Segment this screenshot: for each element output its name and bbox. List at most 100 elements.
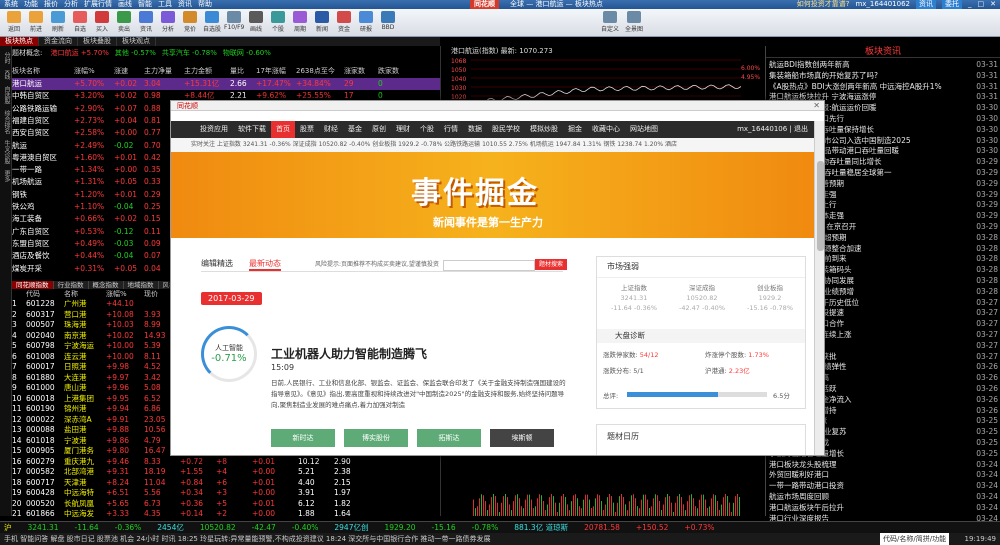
side-tab[interactable]: 分时: [1, 52, 11, 64]
popup-nav-item[interactable]: 软件下载: [233, 121, 271, 138]
toolbar-button[interactable]: 刷新: [48, 11, 68, 35]
side-tab[interactable]: K线: [1, 70, 11, 80]
popup-nav-item[interactable]: 原创: [367, 121, 391, 138]
index-tab[interactable]: 地域指数: [123, 281, 159, 289]
column-header[interactable]: 代码: [26, 289, 64, 299]
user-name[interactable]: mx_164401062: [855, 0, 910, 9]
popup-nav-item[interactable]: 收藏中心: [587, 121, 625, 138]
stock-row[interactable]: 19 600428 中远海特 +6.51 5.56 +0.34 +3 +0.00 3.91 1.9…: [12, 488, 440, 499]
tab-2[interactable]: 板块叠股: [78, 37, 117, 46]
toolbar-button[interactable]: 返回: [4, 11, 24, 35]
news-item[interactable]: 港口板块龙头股梳理 03-24: [769, 460, 998, 471]
concept-item[interactable]: 港口航运 +5.70%: [51, 49, 109, 57]
news-item[interactable]: 航运BDI指数创两年新高 03-31: [769, 60, 998, 71]
stock-button[interactable]: 新时达: [271, 429, 335, 447]
popup-nav-item[interactable]: 个股: [415, 121, 439, 138]
news-button[interactable]: 资讯: [916, 0, 936, 9]
index-tab[interactable]: 概念指数: [88, 281, 124, 289]
maximize-icon[interactable]: □: [978, 0, 985, 9]
popup-nav-item[interactable]: 理财: [391, 121, 415, 138]
side-tab[interactable]: 更多: [1, 170, 11, 182]
popup-nav-item[interactable]: 股票: [295, 121, 319, 138]
trade-button[interactable]: 委托: [942, 0, 962, 9]
menu-item[interactable]: 功能: [24, 0, 38, 9]
scroll-thumb[interactable]: [817, 161, 824, 251]
column-header[interactable]: 跌家数: [378, 66, 412, 76]
news-item[interactable]: 集装箱船市场真的开始复苏了吗? 03-31: [769, 71, 998, 82]
menu-item[interactable]: 系统: [4, 0, 18, 9]
side-tab[interactable]: 自选股: [1, 86, 11, 104]
toolbar-button[interactable]: 分析: [158, 11, 178, 35]
popup-nav-item[interactable]: 股民学校: [487, 121, 525, 138]
stock-row[interactable]: 16 600279 重庆港九 +9.46 8.33 +0.72 +8 +0.01 10.12 2.…: [12, 457, 440, 468]
news-item[interactable]: 航运市场周度回顾 03-24: [769, 492, 998, 503]
question-link[interactable]: 如何投资才靠谱?: [797, 0, 850, 9]
menu-item[interactable]: 工具: [158, 0, 172, 9]
news-item[interactable]: 港口航运板块午后拉升 03-24: [769, 503, 998, 514]
minimize-icon[interactable]: _: [968, 0, 972, 9]
tab-0[interactable]: 板块热点: [0, 37, 39, 46]
toolbar-button[interactable]: 买入: [92, 11, 112, 35]
column-header[interactable]: 板块名称: [12, 66, 74, 76]
side-tab[interactable]: 牛叉诊股: [1, 140, 11, 164]
stock-button[interactable]: 博实股份: [344, 429, 408, 447]
concept-item[interactable]: 物联网 -0.60%: [223, 49, 271, 57]
tab-1[interactable]: 资金流向: [39, 37, 78, 46]
stock-row[interactable]: 20 000520 长航凤凰 +5.65 6.73 +0.36 +5 +0.01 6.12 1.8…: [12, 499, 440, 510]
popup-user[interactable]: mx_16440106 | 退出: [732, 121, 814, 138]
tab-editor-pick[interactable]: 编辑精选: [201, 256, 233, 271]
toolbar-button[interactable]: 卖出: [114, 11, 134, 35]
news-title[interactable]: 工业机器人助力智能制造腾飞: [271, 345, 427, 362]
topic-search-button[interactable]: 题材搜索: [534, 259, 567, 270]
toolbar-button[interactable]: 新闻: [312, 11, 332, 35]
news-item[interactable]: 一带一路带动港口投资 03-24: [769, 481, 998, 492]
menu-item[interactable]: 智能: [138, 0, 152, 9]
menu-item[interactable]: 画线: [118, 0, 132, 9]
topic-search-input[interactable]: [442, 259, 535, 271]
stock-row[interactable]: 21 601866 中远海发 +3.33 4.35 +0.14 +2 +0.00 1.88 1.6…: [12, 509, 440, 520]
menu-item[interactable]: 扩展行情: [84, 0, 112, 9]
popup-nav-item[interactable]: 首页: [271, 121, 295, 138]
toolbar-button[interactable]: 全景图: [624, 11, 644, 35]
menu-item[interactable]: 帮助: [198, 0, 212, 9]
toolbar-button[interactable]: BBD: [378, 11, 398, 35]
column-header[interactable]: 17年涨幅: [256, 66, 296, 76]
toolbar-button[interactable]: 自定义: [600, 11, 620, 35]
column-header[interactable]: 名称: [64, 289, 106, 299]
toolbar-button[interactable]: 竞价: [180, 11, 200, 35]
column-header[interactable]: 涨幅%: [106, 289, 144, 299]
toolbar-button[interactable]: F10/F9: [224, 11, 244, 35]
popup-scrollbar[interactable]: [814, 121, 824, 455]
popup-nav-item[interactable]: 网站地图: [625, 121, 663, 138]
popup-nav-item[interactable]: 行情: [439, 121, 463, 138]
toolbar-button[interactable]: 个股: [268, 11, 288, 35]
topic-circle[interactable]: 人工智能 -0.71%: [201, 326, 257, 382]
close-icon[interactable]: ✕: [990, 0, 996, 9]
menu-item[interactable]: 资讯: [178, 0, 192, 9]
news-item[interactable]: 《A股热点》BDI大涨创两年新高 中远海控A股升1% 03-31: [769, 82, 998, 93]
toolbar-button[interactable]: 画线: [246, 11, 266, 35]
sector-row[interactable]: 港口航运 +5.70% +0.02 3.04 +15.31亿 2.66 +17.47% +34…: [12, 78, 440, 90]
toolbar-button[interactable]: 自选股: [202, 11, 222, 35]
side-tab[interactable]: 综合排名: [1, 110, 11, 134]
index-tab[interactable]: 同花顺指数: [12, 281, 54, 289]
index-tab[interactable]: 行业指数: [53, 281, 89, 289]
column-header[interactable]: 涨家数: [344, 66, 378, 76]
popup-nav-item[interactable]: 财经: [319, 121, 343, 138]
popup-nav-item[interactable]: 掘金: [563, 121, 587, 138]
concept-item[interactable]: 共享汽车 -0.78%: [162, 49, 217, 57]
popup-nav-item[interactable]: 模拟炒股: [525, 121, 563, 138]
menu-item[interactable]: 报价: [44, 0, 58, 9]
news-item[interactable]: 外贸回暖利好港口 03-24: [769, 470, 998, 481]
toolbar-button[interactable]: 周期: [290, 11, 310, 35]
column-header[interactable]: 涨幅%: [74, 66, 114, 76]
stock-button[interactable]: 拓斯达: [417, 429, 481, 447]
toolbar-button[interactable]: 研报: [356, 11, 376, 35]
code-search-input[interactable]: 代码/名称/简拼/功能: [880, 533, 950, 545]
popup-nav-item[interactable]: 投资应用: [195, 121, 233, 138]
popup-nav-item[interactable]: 数据: [463, 121, 487, 138]
toolbar-button[interactable]: 资讯: [136, 11, 156, 35]
column-header[interactable]: 主力净量: [144, 66, 184, 76]
toolbar-button[interactable]: 自选: [70, 11, 90, 35]
column-header[interactable]: 主力金额: [184, 66, 230, 76]
